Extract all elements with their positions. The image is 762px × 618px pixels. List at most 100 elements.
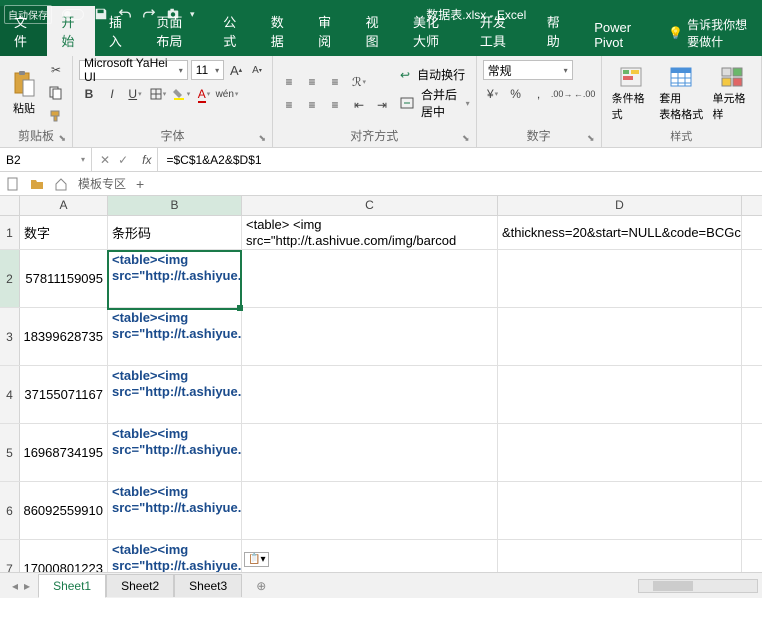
- tab-developer[interactable]: 开发工具: [466, 6, 533, 56]
- shrink-font-icon[interactable]: A▾: [248, 60, 266, 80]
- cell[interactable]: [498, 482, 742, 539]
- cell[interactable]: 17000801223: [20, 540, 108, 572]
- cell[interactable]: [498, 250, 742, 307]
- row-header[interactable]: 4: [0, 366, 20, 423]
- align-top-icon[interactable]: ≡: [279, 72, 299, 92]
- font-size-combo[interactable]: 11▾: [191, 60, 224, 80]
- percent-icon[interactable]: %: [506, 84, 526, 104]
- paste-options-icon[interactable]: 📋▾: [244, 552, 269, 567]
- tab-help[interactable]: 帮助: [533, 6, 580, 56]
- align-middle-icon[interactable]: ≡: [302, 72, 322, 92]
- cell[interactable]: [498, 424, 742, 481]
- sheet-nav-prev-icon[interactable]: ◂: [12, 579, 18, 593]
- align-right-icon[interactable]: ≡: [325, 95, 345, 115]
- cell[interactable]: 数字: [20, 216, 108, 249]
- enter-formula-icon[interactable]: ✓: [118, 153, 128, 167]
- col-header-d[interactable]: D: [498, 196, 742, 215]
- sheet-tab-3[interactable]: Sheet3: [174, 574, 242, 597]
- cell[interactable]: &thickness=20&start=NULL&code=BCGcode128…: [498, 216, 742, 249]
- font-color-icon[interactable]: A: [194, 84, 214, 104]
- copy-icon[interactable]: [46, 83, 66, 103]
- row-header[interactable]: 6: [0, 482, 20, 539]
- launcher-icon[interactable]: ⬊: [587, 133, 595, 144]
- formula-bar[interactable]: =$C$1&A2&$D$1: [158, 153, 762, 167]
- cell[interactable]: <table> <img src="http://t.ashivue.com/i…: [242, 216, 498, 249]
- spreadsheet-grid[interactable]: A B C D 1 数字 条形码 <table> <img src="http:…: [0, 196, 762, 572]
- fill-handle-icon[interactable]: [237, 305, 243, 311]
- align-bottom-icon[interactable]: ≡: [325, 72, 345, 92]
- col-header-c[interactable]: C: [242, 196, 498, 215]
- row-header[interactable]: 3: [0, 308, 20, 365]
- qat-more-icon[interactable]: ▾: [190, 9, 195, 20]
- cut-icon[interactable]: ✂: [46, 60, 66, 80]
- cell[interactable]: <table><img src="http://t.ashiyue.com/im…: [108, 250, 242, 307]
- tab-data[interactable]: 数据: [257, 6, 304, 56]
- nav-home-icon[interactable]: [54, 177, 68, 191]
- redo-icon[interactable]: [142, 7, 156, 21]
- col-header-a[interactable]: A: [20, 196, 108, 215]
- cell[interactable]: <table><img src="http://t.ashiyue.com/im…: [108, 482, 242, 539]
- indent-increase-icon[interactable]: ⇥: [372, 95, 392, 115]
- cell[interactable]: [498, 366, 742, 423]
- launcher-icon[interactable]: ⬊: [58, 133, 66, 144]
- align-center-icon[interactable]: ≡: [302, 95, 322, 115]
- sheet-tab-1[interactable]: Sheet1: [38, 574, 106, 598]
- row-header[interactable]: 1: [0, 216, 20, 249]
- cancel-formula-icon[interactable]: ✕: [100, 153, 110, 167]
- row-header[interactable]: 5: [0, 424, 20, 481]
- underline-icon[interactable]: U: [125, 84, 145, 104]
- cell[interactable]: <table><img src="http://t.ashiyue.com/im…: [108, 308, 242, 365]
- tab-beauty[interactable]: 美化大师: [399, 6, 466, 56]
- orientation-icon[interactable]: ℛ: [349, 72, 369, 92]
- tab-view[interactable]: 视图: [352, 6, 399, 56]
- cell[interactable]: [242, 540, 498, 572]
- camera-icon[interactable]: [166, 7, 180, 21]
- tab-review[interactable]: 审阅: [304, 6, 351, 56]
- launcher-icon[interactable]: ⬊: [462, 133, 470, 144]
- cell[interactable]: [498, 308, 742, 365]
- accounting-icon[interactable]: ¥: [483, 84, 503, 104]
- save-icon[interactable]: [94, 7, 108, 21]
- cell[interactable]: [242, 308, 498, 365]
- cell[interactable]: [498, 540, 742, 572]
- cell[interactable]: <table><img src="http://t.ashiyue.com/im…: [108, 540, 242, 572]
- cell[interactable]: 86092559910: [20, 482, 108, 539]
- name-box[interactable]: B2▾: [0, 148, 92, 171]
- row-header[interactable]: 7: [0, 540, 20, 572]
- fx-icon[interactable]: fx: [136, 148, 158, 171]
- cell[interactable]: <table><img src="http://t.ashiyue.com/im…: [108, 366, 242, 423]
- merge-center-button[interactable]: 合并后居中▾: [400, 86, 470, 120]
- col-header-b[interactable]: B: [108, 196, 242, 215]
- increase-decimal-icon[interactable]: .00→: [552, 84, 572, 104]
- sheet-add-button[interactable]: ⊕: [242, 575, 280, 597]
- sheet-nav-next-icon[interactable]: ▸: [24, 579, 30, 593]
- cell[interactable]: [242, 482, 498, 539]
- format-painter-icon[interactable]: [46, 106, 66, 126]
- sheet-tab-2[interactable]: Sheet2: [106, 574, 174, 597]
- horizontal-scrollbar[interactable]: [638, 579, 758, 593]
- cell[interactable]: 16968734195: [20, 424, 108, 481]
- tab-powerpivot[interactable]: Power Pivot: [580, 14, 660, 56]
- nav-templates[interactable]: 模板专区: [78, 175, 126, 192]
- bold-icon[interactable]: B: [79, 84, 99, 104]
- tab-formulas[interactable]: 公式: [209, 6, 256, 56]
- conditional-format-button[interactable]: 条件格式: [608, 60, 654, 127]
- cell[interactable]: [242, 424, 498, 481]
- cell-styles-button[interactable]: 单元格样: [709, 60, 755, 127]
- undo-icon[interactable]: [118, 7, 132, 21]
- cell[interactable]: 条形码: [108, 216, 242, 249]
- autosave-toggle[interactable]: 自动保存: [4, 5, 52, 24]
- cell[interactable]: 57811159095: [20, 250, 108, 307]
- italic-icon[interactable]: I: [102, 84, 122, 104]
- border-icon[interactable]: [148, 84, 168, 104]
- wrap-text-button[interactable]: ↩自动换行: [400, 66, 470, 83]
- launcher-icon[interactable]: ⬊: [258, 133, 266, 144]
- autosave-switch[interactable]: [62, 9, 84, 20]
- format-table-button[interactable]: 套用 表格格式: [658, 60, 704, 127]
- cell[interactable]: [242, 250, 498, 307]
- number-format-combo[interactable]: 常规▾: [483, 60, 573, 80]
- indent-decrease-icon[interactable]: ⇤: [349, 95, 369, 115]
- nav-new-icon[interactable]: [6, 177, 20, 191]
- grow-font-icon[interactable]: A▴: [227, 60, 245, 80]
- cell[interactable]: <table><img src="http://t.ashiyue.com/im…: [108, 424, 242, 481]
